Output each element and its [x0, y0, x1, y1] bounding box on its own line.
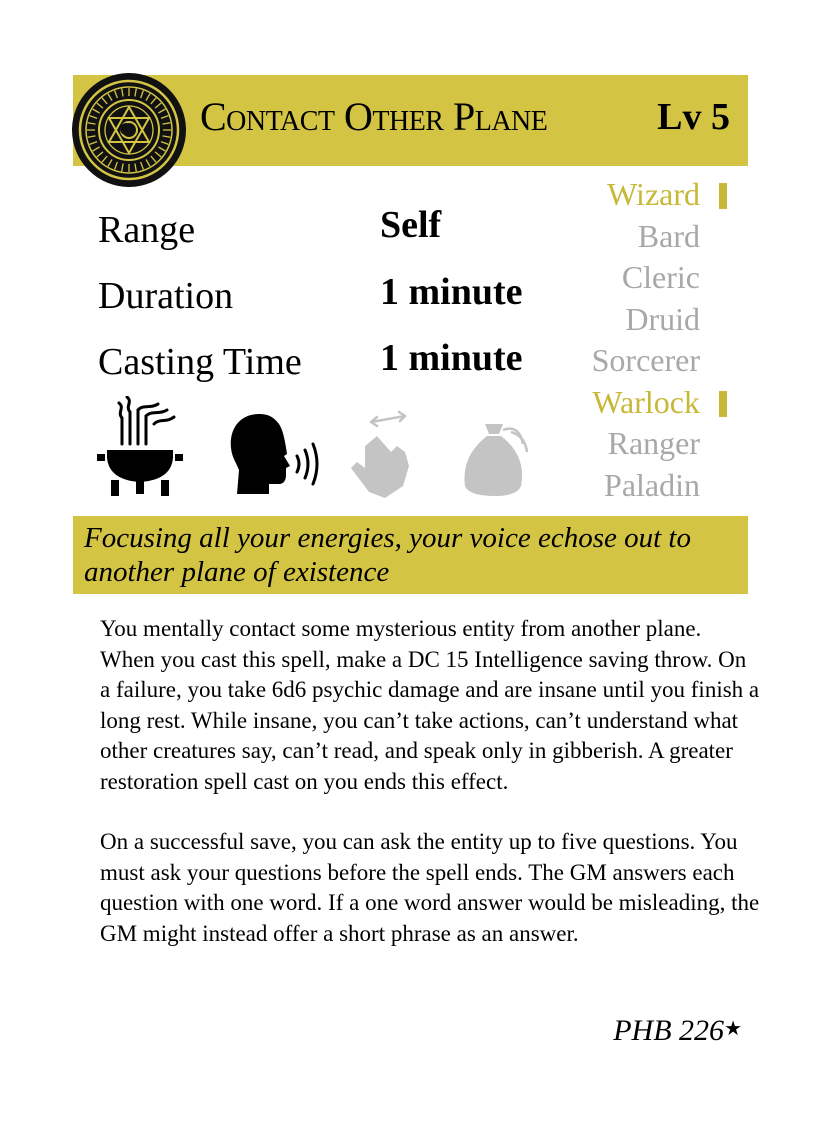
class-item-bard: Bard [637, 217, 700, 254]
class-active-marker [719, 390, 727, 417]
source-text: PHB 226 [613, 1014, 725, 1047]
verbal-speaking-head-icon [230, 414, 319, 494]
material-pouch-icon [464, 424, 529, 496]
spell-title: Contact Other Plane [200, 94, 548, 139]
class-item-ranger: Ranger [607, 425, 700, 461]
stat-label-casting-time: Casting Time [98, 341, 302, 383]
class-item-cleric: Cleric [621, 259, 700, 295]
somatic-hand-icon [351, 410, 409, 498]
class-active-marker [719, 183, 727, 209]
component-icons [95, 396, 555, 506]
class-item-paladin: Paladin [604, 466, 700, 503]
description-paragraph: You mentally contact some mysterious ent… [100, 616, 760, 794]
stat-value-duration: 1 minute [380, 271, 523, 313]
class-list: Wizard Bard Cleric Druid Sorcerer Warloc… [592, 174, 727, 506]
stat-value-casting-time: 1 minute [380, 337, 523, 379]
spell-description: You mentally contact some mysterious ent… [100, 614, 760, 979]
source-reference: PHB 226★ [613, 1012, 742, 1050]
flavor-text: Focusing all your energies, your voice e… [84, 522, 691, 588]
spell-level: Lv 5 [657, 96, 730, 138]
class-item-sorcerer: Sorcerer [591, 342, 700, 378]
star-icon: ★ [724, 1018, 742, 1040]
class-item-wizard: Wizard [592, 174, 727, 216]
arcane-sigil-icon [72, 73, 186, 187]
stat-label-range: Range [98, 209, 196, 251]
class-item-warlock: Warlock [592, 382, 727, 424]
stat-label-duration: Duration [98, 275, 234, 317]
class-item-druid: Druid [625, 300, 700, 337]
description-paragraph: On a successful save, you can ask the en… [100, 829, 760, 946]
ritual-brazier-icon [97, 396, 183, 496]
stat-value-range: Self [380, 204, 442, 246]
